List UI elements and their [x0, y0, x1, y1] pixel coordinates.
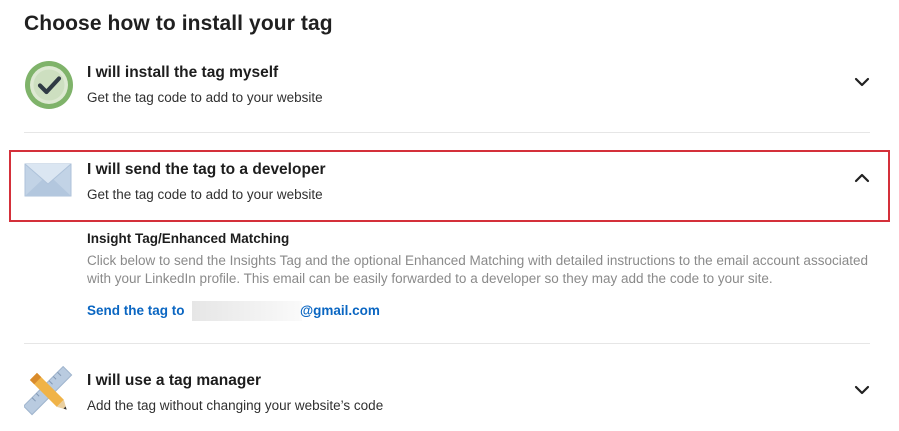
- chevron-down-icon[interactable]: [854, 383, 870, 397]
- option-description: Get the tag code to add to your website: [87, 187, 323, 202]
- option-tag-manager[interactable]: I will use a tag manager Add the tag wit…: [22, 362, 870, 431]
- option-title: I will install the tag myself: [87, 64, 279, 81]
- envelope-icon: [24, 163, 72, 202]
- panel-heading: Insight Tag/Enhanced Matching: [87, 231, 290, 246]
- divider: [24, 343, 870, 344]
- option-description: Get the tag code to add to your website: [87, 90, 323, 105]
- developer-panel: Insight Tag/Enhanced Matching Click belo…: [87, 231, 877, 288]
- option-title: I will use a tag manager: [87, 372, 262, 389]
- send-tag-label[interactable]: Send the tag to: [87, 303, 185, 318]
- redacted-email-user: [192, 301, 302, 321]
- page-title: Choose how to install your tag: [24, 12, 333, 35]
- pencil-ruler-icon: [22, 365, 74, 423]
- option-title: I will send the tag to a developer: [87, 161, 326, 178]
- email-domain[interactable]: @gmail.com: [300, 303, 380, 318]
- chevron-up-icon[interactable]: [854, 171, 870, 185]
- check-circle-icon: [24, 60, 74, 115]
- divider: [24, 132, 870, 133]
- option-description: Add the tag without changing your websit…: [87, 398, 384, 413]
- option-install-myself[interactable]: I will install the tag myself Get the ta…: [24, 56, 870, 126]
- panel-description: Click below to send the Insights Tag and…: [87, 253, 868, 286]
- chevron-down-icon[interactable]: [854, 75, 870, 89]
- option-send-to-developer[interactable]: I will send the tag to a developer Get t…: [24, 150, 870, 220]
